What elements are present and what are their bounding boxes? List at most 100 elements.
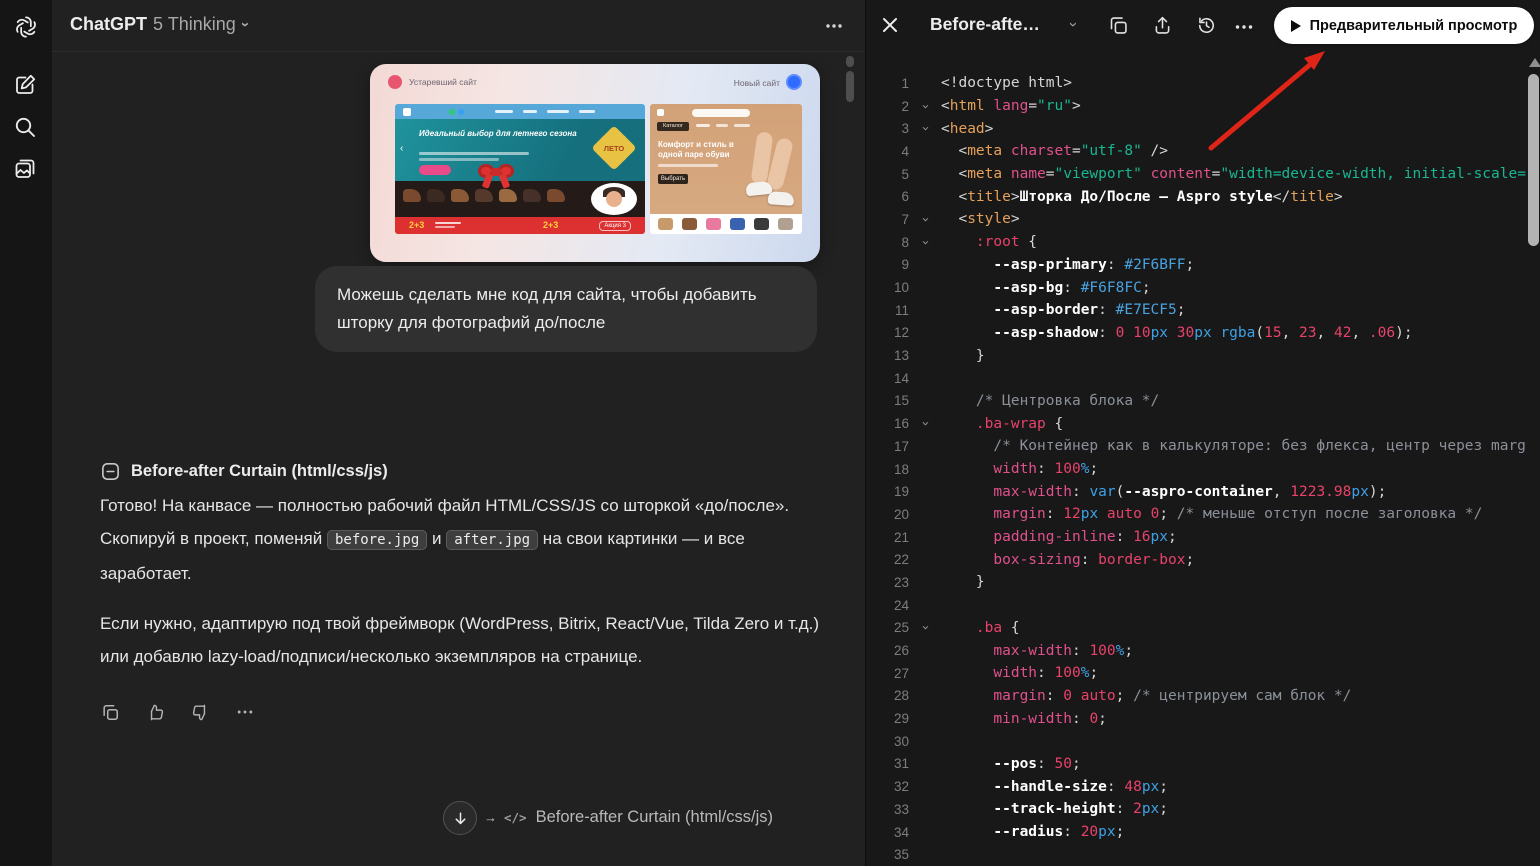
code-line[interactable]: 14 [866, 367, 1526, 390]
code-line[interactable]: 15 /* Центровка блока */ [866, 390, 1526, 413]
canvas-title[interactable]: Before-afte… [930, 14, 1040, 35]
fold-chevron-icon[interactable]: › [909, 99, 941, 114]
code-line[interactable]: 35 [866, 843, 1526, 866]
code-line[interactable]: 10 --asp-bg: #F6F8FC; [866, 276, 1526, 299]
attachment-header: Устаревший сайт Новый сайт [388, 74, 802, 92]
search-icon[interactable] [13, 115, 39, 141]
scrollbar-up-icon[interactable] [1529, 58, 1540, 67]
code-line[interactable]: 19 max-width: var(--aspro-container, 122… [866, 480, 1526, 503]
canvas-file-chip[interactable]: </> Before-after Curtain (html/css/js) [504, 808, 773, 827]
ribbon-bow-decoration [476, 160, 516, 190]
canvas-doc-link[interactable]: Before-after Curtain (html/css/js) [100, 461, 388, 482]
fold-chevron-icon[interactable]: › [909, 212, 941, 227]
canvas-options-icon[interactable] [1234, 17, 1256, 39]
code-editor[interactable]: 1<!doctype html>2›<html lang="ru">3›<hea… [866, 52, 1526, 866]
code-line[interactable]: 5 <meta name="viewport" content="width=d… [866, 163, 1526, 186]
code-line[interactable]: 25› .ba { [866, 617, 1526, 640]
fold-chevron-icon[interactable]: › [909, 235, 941, 250]
canvas-title-chevron-icon[interactable]: › [1064, 17, 1076, 35]
code-line[interactable]: 11 --asp-border: #E7ECF5; [866, 299, 1526, 322]
canvas-header: Before-afte… › Предварительный просмотр [866, 0, 1540, 52]
code-line[interactable]: 20 margin: 12px auto 0; /* меньше отступ… [866, 503, 1526, 526]
old-site-navbar [395, 104, 645, 119]
chat-scrollbar-marker [846, 56, 854, 67]
code-line[interactable]: 27 width: 100%; [866, 662, 1526, 685]
thumbs-down-icon[interactable] [186, 698, 214, 726]
code-line[interactable]: 22 box-sizing: border-box; [866, 548, 1526, 571]
code-line[interactable]: 7› <style> [866, 208, 1526, 231]
code-line[interactable]: 2›<html lang="ru"> [866, 95, 1526, 118]
code-line[interactable]: 29 min-width: 0; [866, 707, 1526, 730]
more-actions-icon[interactable] [231, 698, 259, 726]
old-hero-button [419, 165, 451, 175]
code-line[interactable]: 4 <meta charset="utf-8" /> [866, 140, 1526, 163]
new-site-products [650, 214, 802, 234]
code-line[interactable]: 8› :root { [866, 231, 1526, 254]
new-site-preview: Каталог Комфорт и стиль в одной паре обу… [650, 104, 802, 234]
new-chat-icon[interactable] [13, 73, 39, 99]
old-hero-title: Идеальный выбор для летнего сезона [419, 129, 579, 139]
version-history-icon[interactable] [1196, 15, 1218, 37]
canvas-scrollbar[interactable] [1528, 74, 1539, 246]
old-site-label: Устаревший сайт [409, 77, 477, 87]
chat-scrollbar[interactable] [846, 71, 854, 102]
old-site-products [395, 181, 645, 217]
code-line[interactable]: 18 width: 100%; [866, 458, 1526, 481]
library-icon[interactable] [13, 157, 39, 183]
canvas-doc-title: Before-after Curtain (html/css/js) [131, 462, 388, 481]
play-icon [1291, 20, 1301, 32]
old-site-preview: ‹ Идеальный выбор для летнего сезона ЛЕТ… [395, 104, 645, 234]
share-icon[interactable] [1152, 15, 1174, 37]
arrow-down-icon [452, 810, 469, 827]
model-selector[interactable]: ChatGPT5 Thinking› [70, 14, 248, 35]
new-hero-button: Выбрать [658, 174, 688, 184]
code-line[interactable]: 34 --radius: 20px; [866, 821, 1526, 844]
code-line[interactable]: 17 /* Контейнер как в калькуляторе: без … [866, 435, 1526, 458]
jump-arrow-icon: → [484, 810, 497, 825]
code-line[interactable]: 26 max-width: 100%; [866, 639, 1526, 662]
promo-chip: Акция 3 [599, 221, 631, 231]
canvas-copy-icon[interactable] [1108, 15, 1130, 37]
left-rail [0, 0, 52, 866]
preview-button-label: Предварительный просмотр [1310, 18, 1518, 34]
canvas-file-chip-label: Before-after Curtain (html/css/js) [536, 808, 773, 827]
chat-panel: ChatGPT5 Thinking› Устаревший сайт Новый… [52, 0, 865, 866]
code-line[interactable]: 31 --pos: 50; [866, 753, 1526, 776]
code-line[interactable]: 21 padding-inline: 16px; [866, 526, 1526, 549]
openai-logo-icon[interactable] [13, 14, 39, 40]
code-line[interactable]: 3›<head> [866, 117, 1526, 140]
fold-chevron-icon[interactable]: › [909, 416, 941, 431]
old-site-badge-icon [388, 75, 402, 89]
assistant-paragraph-2: Если нужно, адаптирую под твой фреймворк… [100, 607, 824, 673]
code-line[interactable]: 30 [866, 730, 1526, 753]
close-icon[interactable] [880, 15, 902, 37]
code-line[interactable]: 6 <title>Шторка До/После — Aspro style</… [866, 185, 1526, 208]
code-line[interactable]: 12 --asp-shadow: 0 10px 30px rgba(15, 23… [866, 322, 1526, 345]
code-line[interactable]: 33 --track-height: 2px; [866, 798, 1526, 821]
document-icon [100, 461, 121, 482]
carousel-left-icon: ‹ [400, 143, 403, 154]
preview-button[interactable]: Предварительный просмотр [1274, 7, 1534, 44]
code-line[interactable]: 13 } [866, 344, 1526, 367]
fold-chevron-icon[interactable]: › [909, 121, 941, 136]
brand-label: ChatGPT [70, 14, 147, 34]
chat-options-button[interactable] [824, 16, 844, 36]
summer-badge: ЛЕТО [595, 129, 633, 167]
code-line[interactable]: 16› .ba-wrap { [866, 412, 1526, 435]
attached-image[interactable]: Устаревший сайт Новый сайт ‹ Идеальный в… [370, 64, 820, 262]
code-lines: 1<!doctype html>2›<html lang="ru">3›<hea… [866, 72, 1526, 866]
copy-icon[interactable] [96, 698, 124, 726]
code-line[interactable]: 1<!doctype html> [866, 72, 1526, 95]
old-site-hero: ‹ Идеальный выбор для летнего сезона ЛЕТ… [395, 119, 645, 181]
chat-header: ChatGPT5 Thinking› [52, 0, 865, 52]
thumbs-up-icon[interactable] [141, 698, 169, 726]
code-line[interactable]: 23 } [866, 571, 1526, 594]
code-line[interactable]: 32 --handle-size: 48px; [866, 775, 1526, 798]
code-line[interactable]: 9 --asp-primary: #2F6BFF; [866, 254, 1526, 277]
assistant-paragraph-1: Готово! На канвасе — полностью рабочий ф… [100, 489, 824, 590]
model-label: 5 Thinking [153, 14, 236, 34]
scroll-to-bottom-button[interactable] [443, 801, 477, 835]
fold-chevron-icon[interactable]: › [909, 620, 941, 635]
code-line[interactable]: 24 [866, 594, 1526, 617]
code-line[interactable]: 28 margin: 0 auto; /* центрируем сам бло… [866, 685, 1526, 708]
